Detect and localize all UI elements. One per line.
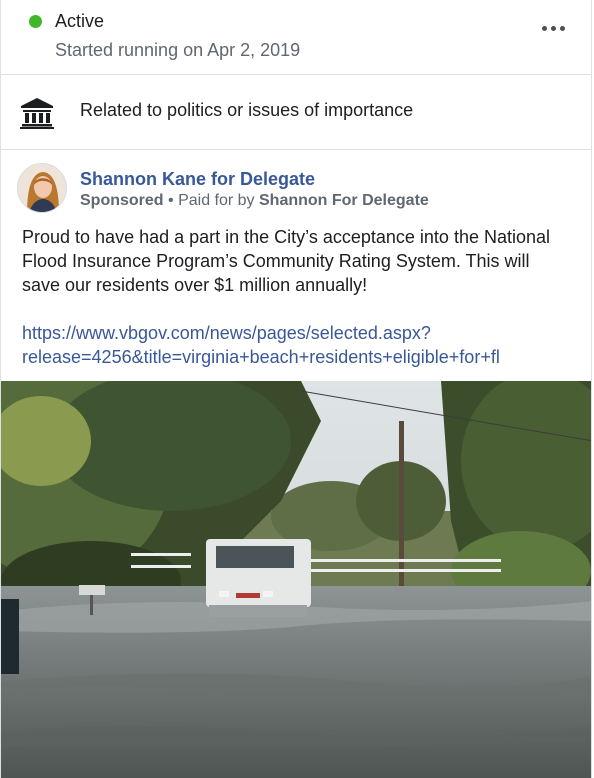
institution-icon [20,98,54,129]
more-horizontal-icon[interactable] [542,26,565,31]
advertiser-avatar[interactable] [17,163,67,213]
post-text: Proud to have had a part in the City’s a… [22,227,551,295]
post-link[interactable]: https://www.vbgov.com/news/pages/selecte… [22,321,570,369]
post-link-line-2: release=4256&title=virginia+beach+reside… [22,347,500,367]
ad-status-header: Active Started running on Apr 2, 2019 [1,0,591,75]
payer-name: Shannon For Delegate [259,192,429,209]
post-header: Shannon Kane for Delegate Sponsored • Pa… [1,150,591,216]
status-dot-icon [29,15,42,28]
ad-photo[interactable] [1,381,591,778]
sponsored-line: Sponsored • Paid for by Shannon For Dele… [80,192,429,210]
ad-card: Active Started running on Apr 2, 2019 Re… [0,0,592,778]
post-body: Proud to have had a part in the City’s a… [1,216,591,369]
paid-for-label: Paid for by [178,192,259,209]
separator-dot: • [163,192,179,209]
sponsored-label: Sponsored [80,192,164,209]
category-label: Related to politics or issues of importa… [80,100,414,120]
post-link-line-1: https://www.vbgov.com/news/pages/selecte… [22,323,431,343]
advertiser-name-link[interactable]: Shannon Kane for Delegate [80,169,315,190]
ad-category-row: Related to politics or issues of importa… [1,75,591,150]
flooded-street-image [1,381,591,778]
start-date: Started running on Apr 2, 2019 [55,40,301,60]
status-label: Active [55,11,105,31]
